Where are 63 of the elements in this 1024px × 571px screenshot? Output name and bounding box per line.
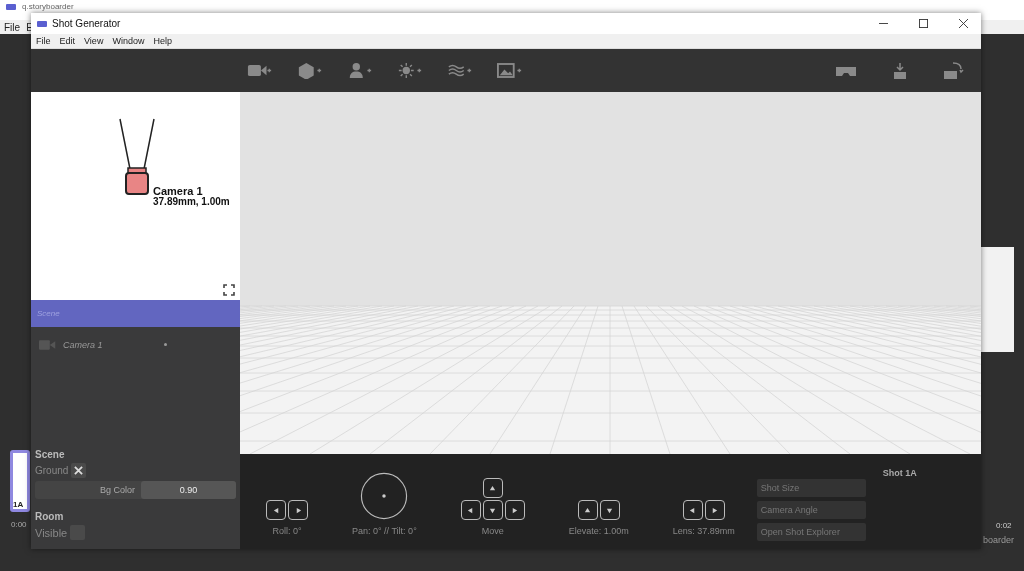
shot-thumbnail[interactable]: 1A [10, 450, 30, 512]
add-image-icon[interactable] [497, 62, 523, 79]
add-volume-icon[interactable] [447, 62, 473, 79]
ground-checkbox[interactable] [71, 463, 87, 478]
left-arrow-icon [272, 506, 280, 514]
dot-icon [164, 343, 167, 346]
shot-title: Shot 1A [882, 468, 917, 478]
window-title: Shot Generator [52, 18, 121, 29]
control-label: Pan: 0° // Tilt: 0° [352, 526, 417, 536]
down-arrow-button[interactable] [482, 500, 503, 520]
right-arrow-icon [511, 506, 519, 514]
right-arrow-button[interactable] [504, 500, 525, 520]
left-arrow-icon [689, 506, 697, 514]
right-arrow-button[interactable] [288, 500, 308, 520]
menu-item[interactable]: File [36, 36, 51, 46]
section-title: Room [35, 511, 65, 522]
camera-detail: 37.89mm, 1.00m [153, 197, 230, 207]
up-arrow-button[interactable] [482, 478, 503, 498]
time-start: 0:00 [11, 520, 27, 529]
up-arrow-icon [489, 484, 497, 492]
menu-item[interactable]: Edit [59, 36, 76, 46]
left-arrow-button[interactable] [460, 500, 481, 520]
control-label: Roll: 0° [272, 526, 302, 536]
ground-label: Ground [35, 465, 69, 476]
scene-list-item[interactable]: Camera 1 [31, 332, 240, 357]
down-arrow-icon [606, 506, 614, 514]
add-camera-icon[interactable] [247, 62, 273, 79]
app-logo-icon [6, 4, 16, 10]
control-label: Move [481, 526, 504, 536]
down-arrow-button[interactable] [599, 500, 620, 520]
background-window-title: q.storyboarder [22, 2, 74, 11]
menu-item[interactable]: Window [112, 36, 145, 46]
thumbnail-label: 1A [13, 500, 24, 509]
add-light-icon[interactable] [397, 62, 423, 79]
transfer-icon[interactable] [943, 60, 965, 81]
menu-item[interactable]: Help [153, 36, 172, 46]
menu-item[interactable]: View [84, 36, 104, 46]
visible-label: Visible [35, 526, 68, 539]
right-arrow-icon [294, 506, 302, 514]
left-arrow-button[interactable] [682, 500, 703, 520]
right-arrow-icon [711, 506, 719, 514]
down-arrow-icon [489, 506, 497, 514]
fullscreen-icon[interactable] [223, 284, 235, 296]
left-arrow-button[interactable] [266, 500, 286, 520]
control-label: Elevate: 1.00m [568, 526, 629, 536]
pan-tilt-dial[interactable] [360, 472, 409, 520]
up-arrow-icon [584, 506, 592, 514]
app-logo-icon [37, 20, 47, 27]
add-character-icon[interactable] [347, 62, 373, 79]
left-arrow-icon [467, 506, 475, 514]
camera-icon [39, 338, 56, 351]
menu-item[interactable]: File [4, 21, 21, 33]
up-arrow-button[interactable] [577, 500, 598, 520]
footer-text: boarder [983, 535, 1015, 545]
bg-color-input-field[interactable]: Bg Color 0.90 [35, 481, 236, 499]
time-end: 0:02 [996, 521, 1012, 530]
add-object-icon[interactable] [297, 62, 323, 79]
camera-name: Camera 1 [153, 186, 204, 197]
control-label: Lens: 37.89mm [672, 526, 735, 536]
right-arrow-button[interactable] [704, 500, 725, 520]
maximize-icon[interactable] [919, 19, 928, 28]
close-icon[interactable] [959, 19, 968, 28]
section-title: Scene [35, 449, 66, 460]
